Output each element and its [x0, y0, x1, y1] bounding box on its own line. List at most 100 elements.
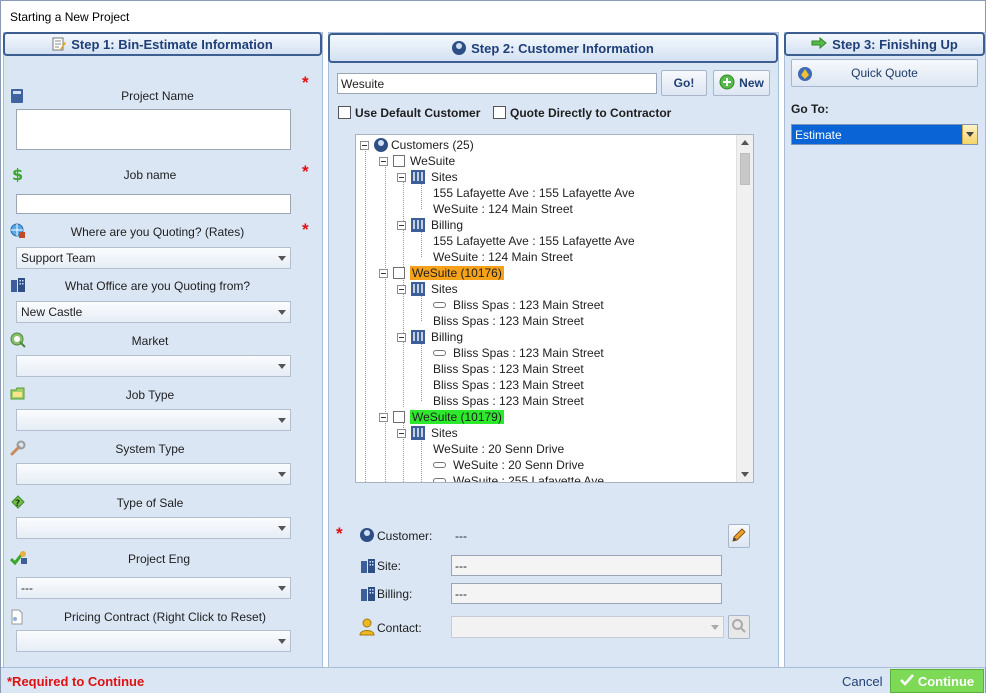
- tree-group-label: Sites: [431, 282, 458, 296]
- edit-customer-button[interactable]: [728, 524, 750, 548]
- tree-billing-item[interactable]: 155 Lafayette Ave : 155 Lafayette Ave: [433, 233, 635, 249]
- where-quoting-value: Support Team: [21, 251, 96, 265]
- tree-group-label: Sites: [431, 170, 458, 184]
- go-button[interactable]: Go!: [661, 70, 707, 96]
- pricing-contract-label: Pricing Contract (Right Click to Reset): [63, 610, 267, 624]
- tree-site-item[interactable]: 155 Lafayette Ave : 155 Lafayette Ave: [433, 185, 635, 201]
- customer-icon: [360, 528, 374, 542]
- contact-select[interactable]: [451, 616, 724, 638]
- tree-site-item[interactable]: WeSuite : 124 Main Street: [433, 201, 573, 217]
- where-quoting-select[interactable]: Support Team: [16, 247, 291, 269]
- project-eng-select[interactable]: ---: [16, 577, 291, 599]
- use-default-customer-checkbox[interactable]: [338, 106, 351, 119]
- system-type-select[interactable]: [16, 463, 291, 485]
- tree-item-label: WeSuite : 124 Main Street: [433, 202, 573, 216]
- tree-billing-item[interactable]: Bliss Spas : 123 Main Street: [433, 393, 584, 409]
- step1-title: Step 1: Bin-Estimate Information: [71, 36, 273, 52]
- tree-item-label: 155 Lafayette Ave : 155 Lafayette Ave: [433, 186, 635, 200]
- window-title: Starting a New Project: [10, 10, 130, 24]
- scroll-up-icon[interactable]: [741, 140, 749, 145]
- customer-search-input[interactable]: Wesuite: [337, 73, 657, 94]
- quote-directly-checkbox[interactable]: [493, 106, 506, 119]
- quick-quote-button[interactable]: Quick Quote: [791, 59, 978, 87]
- quick-quote-icon: [797, 66, 813, 85]
- job-name-input[interactable]: [16, 194, 291, 214]
- market-select[interactable]: [16, 355, 291, 377]
- tree-customer[interactable]: WeSuite (10176): [379, 265, 504, 281]
- tree-sites-group[interactable]: Sites: [397, 169, 458, 185]
- quick-quote-label: Quick Quote: [851, 66, 918, 80]
- chevron-down-icon: [966, 132, 974, 137]
- tree-checkbox[interactable]: [393, 411, 405, 423]
- tree-group-label: Sites: [431, 426, 458, 440]
- tree-billing-item[interactable]: Bliss Spas : 123 Main Street: [433, 377, 584, 393]
- tree-customer[interactable]: WeSuite: [379, 153, 455, 169]
- quote-directly-label: Quote Directly to Contractor: [510, 106, 672, 120]
- tree-site-item[interactable]: WeSuite : 20 Senn Drive: [433, 441, 564, 457]
- tree-root[interactable]: Customers (25): [360, 137, 474, 153]
- tree-site-item[interactable]: Bliss Spas : 123 Main Street: [433, 313, 584, 329]
- tree-site-item[interactable]: Bliss Spas : 123 Main Street: [433, 297, 604, 313]
- collapse-icon[interactable]: [397, 428, 406, 438]
- form-edit-icon: [52, 37, 67, 51]
- collapse-icon[interactable]: [360, 140, 369, 150]
- tree-item-label: Bliss Spas : 123 Main Street: [433, 394, 584, 408]
- new-customer-button[interactable]: New: [713, 70, 770, 96]
- tree-site-item[interactable]: WeSuite : 20 Senn Drive: [433, 457, 584, 473]
- required-note: *Required to Continue: [7, 674, 145, 689]
- job-type-select[interactable]: [16, 409, 291, 431]
- checkmark-icon: [899, 673, 914, 689]
- type-of-sale-select[interactable]: [16, 517, 291, 539]
- office-select[interactable]: New Castle: [16, 301, 291, 323]
- tree-checkbox[interactable]: [393, 155, 405, 167]
- tree-billing-item[interactable]: Bliss Spas : 123 Main Street: [433, 345, 604, 361]
- step1-header: Step 1: Bin-Estimate Information: [3, 32, 322, 56]
- tree-checkbox[interactable]: [393, 267, 405, 279]
- tree-billing-item[interactable]: Bliss Spas : 123 Main Street: [433, 361, 584, 377]
- collapse-icon[interactable]: [379, 268, 388, 278]
- pricing-contract-select[interactable]: [16, 630, 291, 652]
- chevron-down-icon: [278, 364, 286, 369]
- continue-button[interactable]: Continue: [890, 669, 984, 693]
- job-name-required-mark: *: [302, 162, 309, 181]
- collapse-icon[interactable]: [397, 284, 406, 294]
- tree-scrollbar[interactable]: [736, 135, 753, 482]
- tree-billing-group[interactable]: Billing: [397, 329, 463, 345]
- tree-customer[interactable]: WeSuite (10179): [379, 409, 504, 425]
- building-icon: [411, 218, 425, 232]
- tree-item-label: Bliss Spas : 123 Main Street: [453, 298, 604, 312]
- tree-billing-group[interactable]: Billing: [397, 217, 463, 233]
- tree-billing-item[interactable]: WeSuite : 124 Main Street: [433, 249, 573, 265]
- project-name-input[interactable]: [16, 109, 291, 150]
- tree-sites-group[interactable]: Sites: [397, 425, 458, 441]
- tree-site-item[interactable]: WeSuite : 255 Lafayette Ave: [433, 473, 604, 482]
- go-button-label: Go!: [673, 76, 695, 90]
- building-icon: [411, 330, 425, 344]
- tree-guide-line: [421, 229, 422, 257]
- scroll-down-icon[interactable]: [741, 472, 749, 477]
- goto-select[interactable]: Estimate: [791, 124, 978, 145]
- contact-search-button[interactable]: [728, 615, 750, 639]
- chevron-down-icon: [278, 586, 286, 591]
- step2-header: Step 2: Customer Information: [328, 33, 778, 63]
- project-eng-label: Project Eng: [127, 552, 191, 566]
- billing-label: Billing:: [377, 587, 413, 601]
- goto-dropdown-button[interactable]: [962, 125, 977, 144]
- collapse-icon[interactable]: [379, 412, 388, 422]
- collapse-icon[interactable]: [379, 156, 388, 166]
- tree-customer-label: WeSuite: [410, 154, 456, 168]
- tree-item-label: Bliss Spas : 123 Main Street: [433, 378, 584, 392]
- cancel-button[interactable]: Cancel: [842, 674, 882, 689]
- scroll-thumb[interactable]: [740, 153, 750, 185]
- site-value: ---: [455, 559, 467, 573]
- magnifier-icon: [731, 618, 747, 637]
- link-icon: [433, 350, 446, 356]
- chevron-down-icon: [278, 256, 286, 261]
- where-quoting-required-mark: *: [302, 220, 309, 239]
- collapse-icon[interactable]: [397, 172, 406, 182]
- collapse-icon[interactable]: [397, 220, 406, 230]
- customer-tree[interactable]: Customers (25) WeSuite Sites 155 Lafayet…: [355, 134, 754, 483]
- title-bar: Starting a New Project: [1, 1, 985, 33]
- tree-sites-group[interactable]: Sites: [397, 281, 458, 297]
- collapse-icon[interactable]: [397, 332, 406, 342]
